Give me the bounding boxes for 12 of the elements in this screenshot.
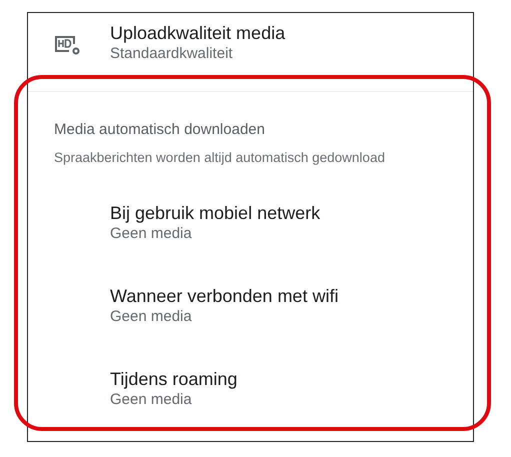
setting-title[interactable]: Wanneer verbonden met wifi [110, 285, 338, 307]
setting-value: Geen media [110, 390, 192, 410]
setting-value: Geen media [110, 307, 192, 327]
setting-title[interactable]: Bij gebruik mobiel netwerk [110, 202, 320, 224]
section-header: Media automatisch downloaden [54, 120, 265, 140]
setting-title: Uploadkwaliteit media [110, 22, 286, 44]
setting-value: Standaardkwaliteit [110, 44, 234, 64]
hd-gear-icon [54, 34, 82, 56]
setting-title[interactable]: Tijdens roaming [110, 368, 238, 390]
setting-value: Geen media [110, 224, 192, 244]
section-description: Spraakberichten worden altijd automatisch gedownload [54, 149, 385, 167]
upload-quality-setting[interactable]: Uploadkwaliteit media Standaardkwaliteit [28, 13, 473, 92]
